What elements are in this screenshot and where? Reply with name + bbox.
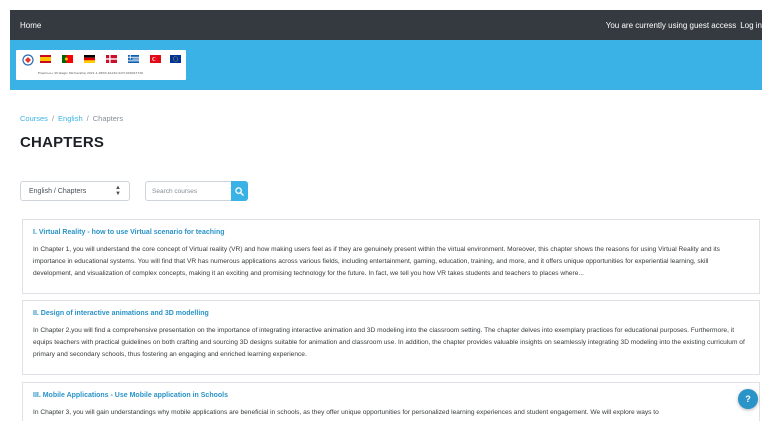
- course-card: II. Design of interactive animations and…: [22, 300, 760, 375]
- denmark-flag-icon: [106, 55, 117, 63]
- breadcrumb-separator: /: [86, 114, 89, 123]
- course-description: In Chapter 3, you will gain understandin…: [33, 409, 659, 416]
- course-title-link[interactable]: I. Virtual Reality - how to use Virtual …: [33, 229, 749, 236]
- navbar-user-area: You are currently using guest access Log…: [606, 21, 762, 30]
- home-link[interactable]: Home: [20, 21, 41, 30]
- breadcrumb: Courses / English / Chapters: [20, 114, 123, 123]
- spain-flag-icon: [40, 55, 51, 63]
- course-description: In Chapter 1, you will understand the co…: [33, 246, 720, 277]
- help-button[interactable]: ?: [738, 389, 758, 409]
- search-button[interactable]: [231, 181, 248, 201]
- guest-access-text: You are currently using guest access: [605, 20, 737, 30]
- project-logo[interactable]: Erasmus+ Strategic Partnership 2021-1-DE…: [16, 50, 186, 80]
- eu-flag-icon: [170, 55, 181, 63]
- breadcrumb-chapters: Chapters: [92, 114, 124, 123]
- portugal-flag-icon: [62, 55, 73, 63]
- login-link[interactable]: Log in: [740, 21, 762, 30]
- breadcrumb-separator: /: [51, 114, 55, 123]
- course-card: I. Virtual Reality - how to use Virtual …: [22, 219, 760, 294]
- course-title-link[interactable]: III. Mobile Applications - Use Mobile ap…: [33, 392, 749, 399]
- turkey-flag-icon: [150, 55, 161, 63]
- search-placeholder: Search courses: [152, 187, 198, 195]
- category-select-value: English / Chapters: [29, 187, 87, 195]
- header-banner: Erasmus+ Strategic Partnership 2021-1-DE…: [10, 40, 762, 90]
- updown-arrow-icon: ▲ ▼: [115, 185, 121, 197]
- search-input[interactable]: Search courses: [145, 181, 231, 201]
- logo-caption: Erasmus+ Strategic Partnership 2021-1-DE…: [38, 71, 144, 75]
- page-title: CHAPTERS: [20, 134, 105, 151]
- greece-flag-icon: [128, 55, 139, 63]
- breadcrumb-courses[interactable]: Courses: [20, 114, 48, 123]
- course-card: III. Mobile Applications - Use Mobile ap…: [22, 382, 760, 421]
- top-navbar: Home You are currently using guest acces…: [10, 10, 762, 40]
- breadcrumb-english[interactable]: English: [58, 114, 83, 123]
- course-title-link[interactable]: II. Design of interactive animations and…: [33, 310, 749, 317]
- category-select[interactable]: English / Chapters ▲ ▼: [20, 181, 130, 201]
- germany-flag-icon: [84, 55, 95, 63]
- project-emblem-icon: [22, 54, 34, 66]
- course-description: In Chapter 2,you will find a comprehensi…: [33, 327, 745, 358]
- search-icon: [235, 186, 244, 196]
